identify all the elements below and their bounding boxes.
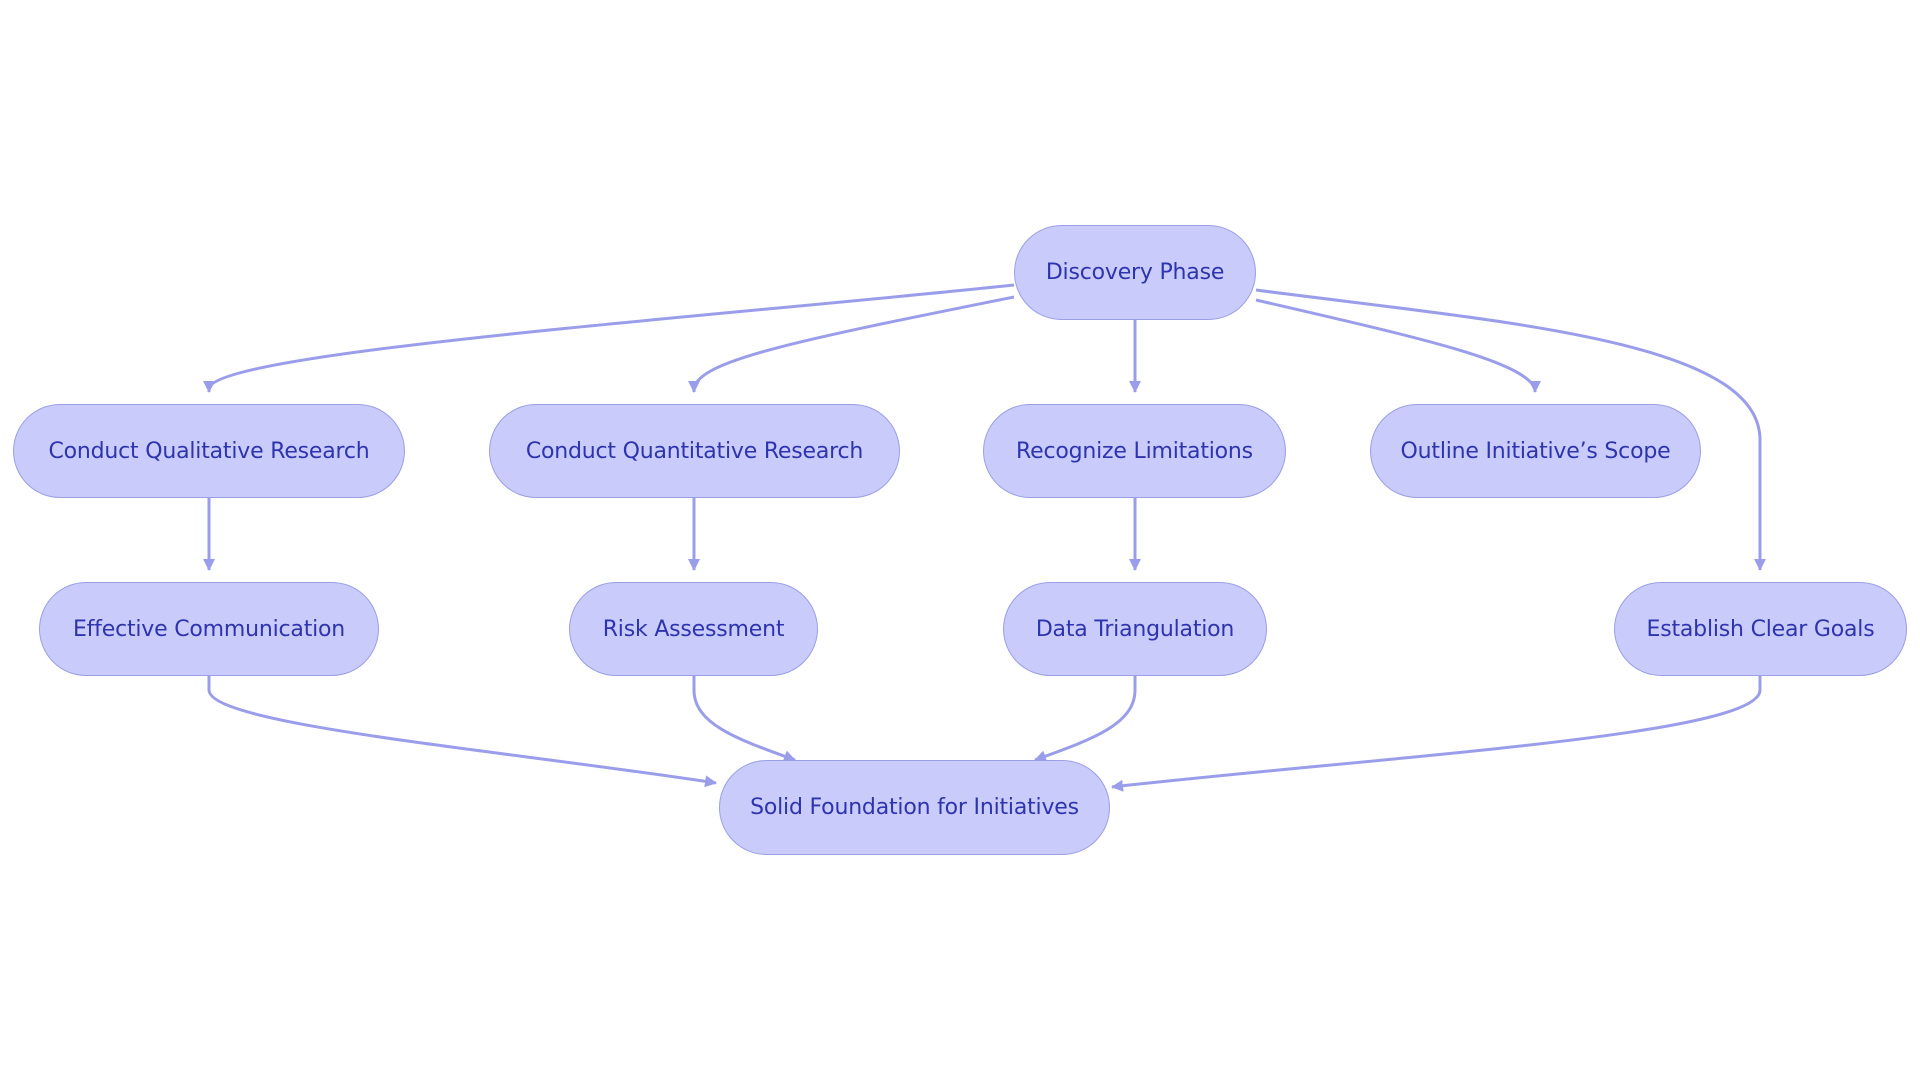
node-recognize-limitations[interactable]: Recognize Limitations — [983, 404, 1286, 498]
edge-tri-foundation — [1034, 676, 1137, 762]
edge-comm-foundation — [207, 676, 717, 788]
node-effective-communication[interactable]: Effective Communication — [39, 582, 379, 676]
node-risk-assessment[interactable]: Risk Assessment — [569, 582, 818, 676]
node-data-triangulation[interactable]: Data Triangulation — [1003, 582, 1267, 676]
node-outline-initiatives-scope[interactable]: Outline Initiative’s Scope — [1370, 404, 1701, 498]
edge-goals-foundation — [1111, 676, 1762, 792]
node-establish-clear-goals[interactable]: Establish Clear Goals — [1614, 582, 1907, 676]
node-conduct-quantitative-research[interactable]: Conduct Quantitative Research — [489, 404, 900, 498]
edge-discovery-qual — [203, 283, 1015, 393]
edge-discovery-scope — [1255, 298, 1541, 393]
edges-layer — [203, 283, 1766, 792]
edge-risk-foundation — [692, 676, 796, 762]
node-conduct-qualitative-research[interactable]: Conduct Qualitative Research — [13, 404, 405, 498]
node-discovery-phase[interactable]: Discovery Phase — [1014, 225, 1256, 320]
node-solid-foundation-for-initiatives[interactable]: Solid Foundation for Initiatives — [719, 760, 1110, 855]
